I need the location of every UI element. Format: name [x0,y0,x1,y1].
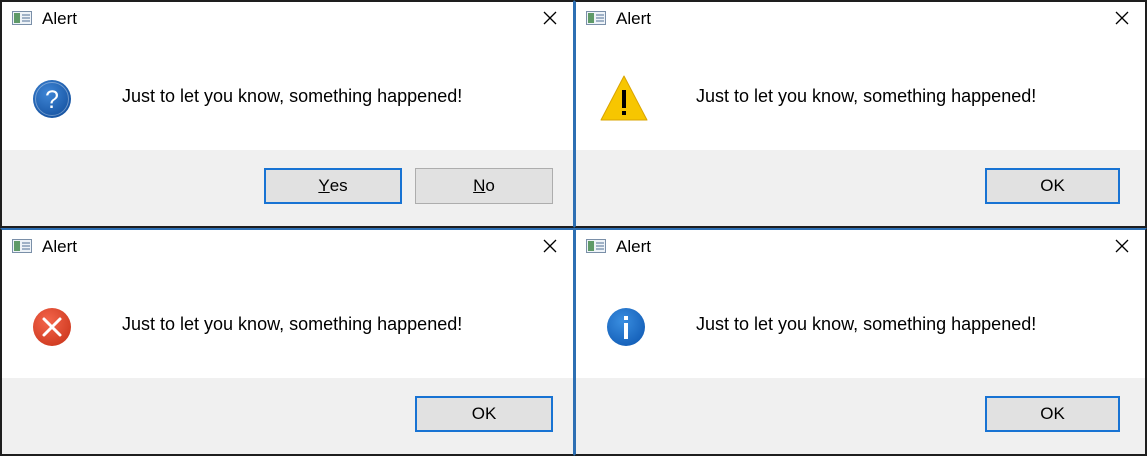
title-bar[interactable]: Alert [576,2,1145,32]
close-button[interactable] [1107,6,1137,30]
alert-message: Just to let you know, something happened… [122,86,463,106]
close-icon [543,239,557,253]
close-icon [1115,11,1129,25]
button-bar: OK [576,378,1145,454]
window-title: Alert [616,9,651,28]
ok-button[interactable]: OK [985,168,1120,204]
window-icon [586,239,606,253]
alert-message: Just to let you know, something happened… [122,314,463,334]
window-icon [12,239,32,253]
warning-icon [600,75,648,121]
window-icon [12,11,32,25]
no-button[interactable]: No [415,168,553,204]
dialog-content: Just to let you know, something happened… [576,32,1145,150]
title-bar[interactable]: Alert [576,230,1145,260]
ok-button[interactable]: OK [415,396,553,432]
svg-text:?: ? [45,86,59,114]
no-button-label: o [485,176,495,195]
button-bar: Yes No [2,150,573,226]
alert-dialog-warning: Alert Just to let you know, something ha… [574,0,1147,228]
alert-message: Just to let you know, something happened… [696,314,1037,334]
alert-dialog-question: Alert ? Just to let you know, something … [0,0,574,228]
window-title: Alert [42,9,77,28]
window-title: Alert [616,237,651,256]
alert-dialog-error: Alert Just to let you know, something ha… [0,228,574,456]
alert-message: Just to let you know, something happened… [696,86,1037,106]
button-bar: OK [2,378,573,454]
error-icon [33,308,71,346]
window-title: Alert [42,237,77,256]
title-bar[interactable]: Alert [2,2,573,32]
dialog-content: ? Just to let you know, something happen… [2,32,573,150]
dialog-content: Just to let you know, something happened… [576,260,1145,378]
close-icon [1115,239,1129,253]
dialog-content: Just to let you know, something happened… [2,260,573,378]
alert-dialog-information: Alert Just to let you know, something ha… [574,228,1147,456]
no-button-mnemonic: N [473,176,486,195]
yes-button-mnemonic: Y [318,176,330,195]
close-button[interactable] [535,6,565,30]
close-button[interactable] [535,234,565,258]
yes-button-label: es [329,176,348,195]
yes-button[interactable]: Yes [264,168,402,204]
close-icon [543,11,557,25]
information-icon [607,308,645,346]
window-icon [586,11,606,25]
button-bar: OK [576,150,1145,226]
alert-dialogs-grid: Alert ? Just to let you know, something … [0,0,1147,456]
close-button[interactable] [1107,234,1137,258]
ok-button[interactable]: OK [985,396,1120,432]
title-bar[interactable]: Alert [2,230,573,260]
question-icon: ? [33,80,71,118]
